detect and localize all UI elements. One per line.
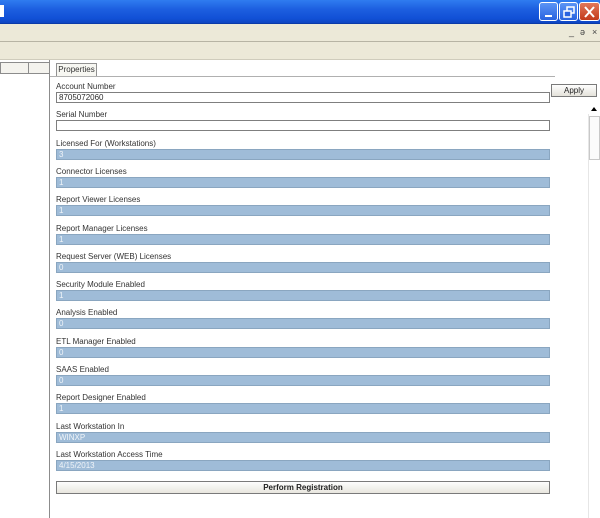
close-button[interactable] (579, 2, 600, 21)
mdi-close-button[interactable]: × (592, 27, 597, 37)
field-readonly-value: 3 (56, 148, 550, 160)
field-label: Report Viewer Licenses (56, 195, 141, 205)
field-label: Report Designer Enabled (56, 393, 146, 403)
field-readonly-value: 1 (56, 233, 550, 245)
field-label: Connector Licenses (56, 166, 127, 176)
field-label: Last Workstation Access Time (56, 449, 163, 459)
field-input[interactable] (56, 120, 550, 132)
minimize-icon (545, 15, 552, 17)
scrollbar-thumb[interactable] (589, 116, 600, 160)
perform-registration-button[interactable]: Perform Registration (56, 481, 550, 494)
field-input[interactable]: 8705072060 (56, 92, 550, 103)
grid-header[interactable] (0, 62, 50, 74)
toolbar (0, 42, 600, 60)
left-grid[interactable] (0, 60, 50, 518)
field-label: Request Server (WEB) Licenses (56, 251, 172, 261)
field-label: Licensed For (Workstations) (56, 138, 156, 148)
field-label: Last Workstation In (56, 421, 125, 431)
field-readonly-value: 0 (56, 318, 550, 330)
restore-icon (563, 6, 575, 18)
field-label: Analysis Enabled (56, 308, 118, 318)
field-label: Report Manager Licenses (56, 223, 148, 233)
field-label: ETL Manager Enabled (56, 336, 136, 346)
field-readonly-value: 0 (56, 375, 550, 386)
scroll-up-icon[interactable] (588, 104, 600, 114)
tab-properties[interactable]: Properties (56, 63, 97, 76)
field-label: Security Module Enabled (56, 280, 145, 290)
vertical-scrollbar[interactable] (588, 114, 600, 518)
menu-bar: _ ə × (0, 24, 600, 42)
mdi-restore-button[interactable]: ə (580, 27, 585, 37)
restore-button[interactable] (559, 2, 578, 21)
field-label: SAAS Enabled (56, 365, 109, 374)
close-icon (584, 6, 595, 18)
apply-button[interactable]: Apply (551, 84, 597, 97)
field-readonly-value: 0 (56, 261, 550, 273)
field-readonly-value: 4/15/2013 (56, 459, 550, 471)
minimize-button[interactable] (539, 2, 558, 21)
app-icon (0, 5, 4, 17)
field-readonly-value: 1 (56, 176, 550, 188)
field-label: Account Number (56, 82, 116, 91)
mdi-minimize-button[interactable]: _ (569, 27, 574, 37)
field-readonly-value: WINXP (56, 431, 550, 443)
title-bar (0, 0, 600, 24)
field-readonly-value: 1 (56, 290, 550, 302)
tab-divider (50, 76, 555, 77)
field-readonly-value: 0 (56, 346, 550, 358)
field-readonly-value: 1 (56, 205, 550, 217)
field-readonly-value: 1 (56, 403, 550, 415)
field-label: Serial Number (56, 110, 108, 120)
column-divider[interactable] (28, 63, 29, 73)
